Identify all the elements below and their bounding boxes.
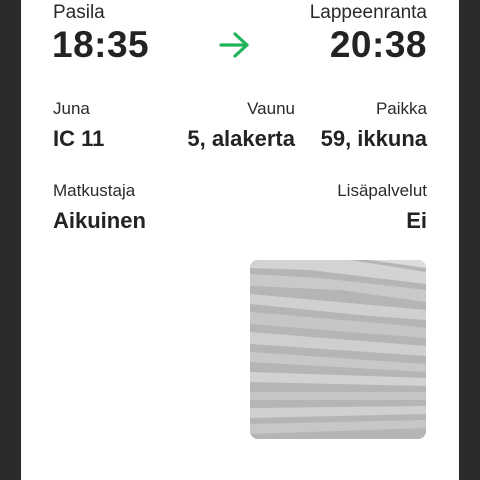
seat-label: Paikka (375, 99, 427, 118)
departure-station: Pasila (53, 2, 105, 23)
ticket-code-image (250, 260, 426, 439)
arrow-right-icon (218, 30, 252, 60)
extras-value: Ei (406, 208, 427, 233)
extras-label: Lisäpalvelut (337, 181, 427, 200)
car-label: Vaunu (247, 99, 295, 118)
arrival-time: 20:38 (329, 24, 427, 65)
arrival-station: Lappeenranta (309, 2, 427, 23)
seat-value: 59, ikkuna (320, 126, 427, 151)
departure-time: 18:35 (52, 24, 150, 65)
passenger-label: Matkustaja (53, 181, 136, 200)
car-value: 5, alakerta (187, 126, 295, 151)
obscured-area (31, 230, 231, 480)
ticket-card: Pasila Lappeenranta 18:35 20:38 Juna IC … (21, 0, 459, 480)
train-value: IC 11 (53, 126, 105, 151)
train-label: Juna (53, 99, 90, 118)
